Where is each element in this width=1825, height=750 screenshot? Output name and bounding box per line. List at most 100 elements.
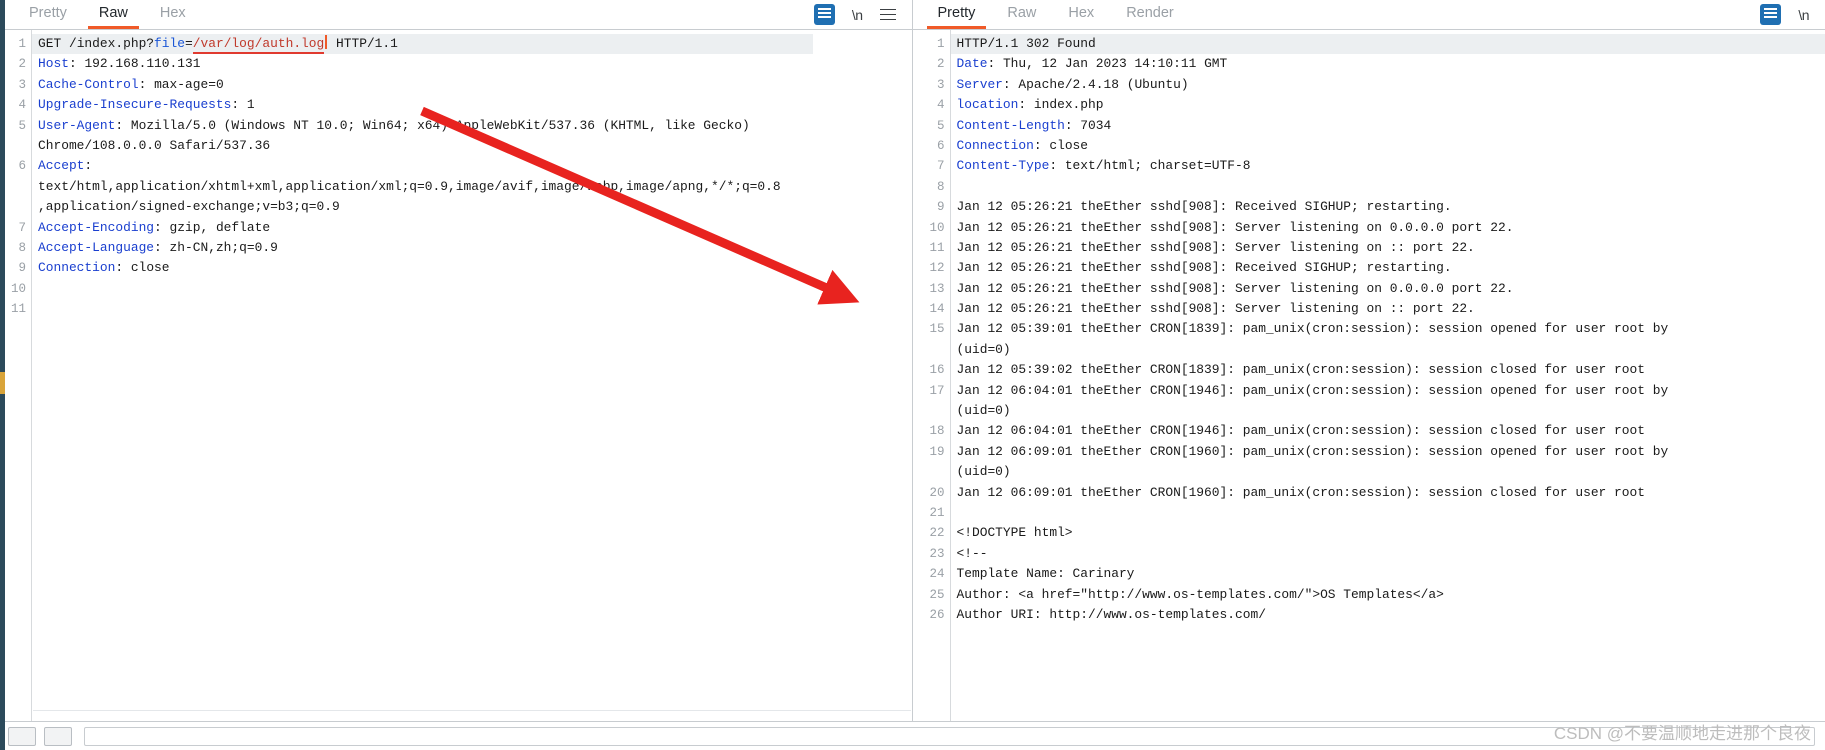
response-tabbar: Pretty Raw Hex Render \n bbox=[912, 0, 1825, 30]
line-wrap-icon[interactable] bbox=[813, 4, 835, 25]
line-number bbox=[913, 340, 945, 360]
header-value: 192.168.110.131 bbox=[76, 56, 201, 72]
response-editor[interactable]: 1 2 3 4 5 6 7 8 9 10 11 12 13 14 15 16 1… bbox=[912, 30, 1825, 750]
header-row: Upgrade-Insecure-Requests: 1 bbox=[38, 97, 255, 113]
line-number: 14 bbox=[929, 302, 945, 317]
tab-response-render[interactable]: Render bbox=[1115, 5, 1185, 29]
tab-request-pretty[interactable]: Pretty bbox=[18, 5, 78, 29]
request-code-area[interactable]: GET /index.php?file=/var/log/auth.log HT… bbox=[32, 30, 912, 750]
request-line: GET /index.php?file=/var/log/auth.log HT… bbox=[32, 34, 813, 55]
line-number: 2 bbox=[936, 57, 945, 72]
footer-button-next[interactable] bbox=[44, 726, 72, 746]
header-name: Host bbox=[38, 56, 69, 72]
log-line: Jan 12 06:04:01 theEther CRON[1946]: pam… bbox=[956, 423, 1645, 439]
request-tool-icons: \n bbox=[813, 4, 912, 29]
header-name: Date bbox=[956, 56, 988, 72]
text-caret bbox=[325, 35, 328, 49]
header-row: Date: Thu, 12 Jan 2023 14:10:11 GMT bbox=[956, 56, 1228, 72]
line-number: 20 bbox=[929, 485, 945, 500]
header-name: Accept-Encoding bbox=[38, 219, 155, 235]
panel-edge-rail bbox=[0, 0, 5, 750]
line-number: 18 bbox=[929, 424, 945, 439]
header-row: Accept-Language: zh-CN,zh;q=0.9 bbox=[38, 239, 278, 255]
header-name: Accept bbox=[38, 158, 85, 174]
line-number: 1 bbox=[936, 37, 945, 51]
header-row: Connection: close bbox=[956, 137, 1089, 153]
header-value: gzip, deflate bbox=[161, 219, 271, 235]
request-param-value: /var/log/auth.log bbox=[192, 36, 325, 54]
line-number: 21 bbox=[929, 505, 945, 520]
log-line: Jan 12 05:26:21 theEther sshd[908]: Rece… bbox=[956, 199, 1452, 215]
tab-response-hex[interactable]: Hex bbox=[1057, 5, 1105, 29]
log-line: Jan 12 05:39:02 theEther CRON[1839]: pam… bbox=[956, 362, 1645, 378]
newline-icon[interactable]: \n bbox=[1798, 7, 1809, 23]
header-row: Host: 192.168.110.131 bbox=[38, 56, 201, 72]
line-wrap-icon[interactable] bbox=[1760, 4, 1782, 25]
response-code-area[interactable]: HTTP/1.1 302 Found Date: Thu, 12 Jan 202… bbox=[950, 30, 1825, 750]
blank-row bbox=[957, 177, 1825, 197]
header-name: Upgrade-Insecure-Requests bbox=[38, 97, 232, 113]
header-value: 7034 bbox=[1072, 117, 1112, 133]
line-number: 24 bbox=[929, 567, 945, 582]
log-line: Jan 12 05:26:21 theEther sshd[908]: Serv… bbox=[956, 301, 1475, 317]
log-line: Jan 12 05:26:21 theEther sshd[908]: Serv… bbox=[956, 219, 1514, 235]
line-number: 4 bbox=[936, 98, 945, 113]
header-value: index.php bbox=[1026, 97, 1104, 113]
line-number: 23 bbox=[929, 546, 945, 561]
line-number: 15 bbox=[929, 322, 945, 337]
line-number: 16 bbox=[929, 363, 945, 378]
line-number: 7 bbox=[936, 159, 945, 174]
header-value: close bbox=[1041, 137, 1089, 153]
request-tabbar: Pretty Raw Hex \n bbox=[0, 0, 912, 30]
log-line-continuation: (uid=0) bbox=[956, 464, 1011, 480]
header-continuation: Chrome/108.0.0.0 Safari/537.36 bbox=[38, 137, 271, 153]
tab-response-pretty[interactable]: Pretty bbox=[926, 5, 987, 29]
tab-request-raw[interactable]: Raw bbox=[87, 5, 139, 29]
log-line: Jan 12 06:04:01 theEther CRON[1946]: pam… bbox=[956, 382, 1669, 398]
line-number: 17 bbox=[929, 383, 945, 398]
header-row: Accept: bbox=[38, 158, 93, 174]
line-number: 9 bbox=[936, 200, 945, 215]
header-value: Thu, 12 Jan 2023 14:10:11 GMT bbox=[995, 56, 1228, 72]
header-name: Content-Length bbox=[956, 117, 1065, 133]
header-row: Server: Apache/2.4.18 (Ubuntu) bbox=[956, 76, 1189, 92]
header-value: zh-CN,zh;q=0.9 bbox=[161, 239, 278, 255]
tab-request-hex[interactable]: Hex bbox=[149, 5, 197, 29]
log-line: Jan 12 05:26:21 theEther sshd[908]: Rece… bbox=[956, 260, 1452, 276]
request-horizontal-scrollbar[interactable] bbox=[33, 710, 911, 720]
request-path: /index.php? bbox=[68, 36, 155, 51]
status-line: HTTP/1.1 302 Found bbox=[950, 34, 1825, 55]
blank-row bbox=[957, 503, 1825, 523]
header-value: Apache/2.4.18 (Ubuntu) bbox=[1010, 76, 1189, 92]
header-row: Connection: close bbox=[38, 260, 170, 276]
response-line-number-gutter: 1 2 3 4 5 6 7 8 9 10 11 12 13 14 15 16 1… bbox=[912, 30, 951, 750]
footer-button-prev[interactable] bbox=[8, 726, 36, 746]
line-number: 5 bbox=[936, 118, 945, 133]
response-tool-icons: \n bbox=[1760, 4, 1825, 29]
request-editor[interactable]: 1 2 3 4 5 6 7 8 9 10 11 GET /index.php?f… bbox=[0, 30, 912, 750]
watermark: CSDN @不要温顺地走进那个良夜 bbox=[1553, 724, 1811, 743]
request-param-equals: = bbox=[185, 36, 193, 51]
log-line: Jan 12 06:09:01 theEther CRON[1960]: pam… bbox=[956, 443, 1669, 459]
header-continuation: ,application/signed-exchange;v=b3;q=0.9 bbox=[38, 199, 340, 215]
header-row: Content-Length: 7034 bbox=[956, 117, 1112, 133]
header-name: Connection bbox=[956, 137, 1034, 153]
markup-line: <!DOCTYPE html> bbox=[956, 525, 1073, 541]
header-name: Connection bbox=[38, 260, 116, 276]
request-method: GET bbox=[38, 36, 69, 51]
tab-response-raw[interactable]: Raw bbox=[996, 5, 1047, 29]
line-number: 3 bbox=[936, 77, 945, 92]
header-value: Mozilla/5.0 (Windows NT 10.0; Win64; x64… bbox=[123, 117, 750, 133]
header-value: max-age=0 bbox=[146, 76, 224, 92]
log-line: Jan 12 05:39:01 theEther CRON[1839]: pam… bbox=[956, 321, 1669, 337]
line-number: 22 bbox=[929, 526, 945, 541]
header-row: location: index.php bbox=[956, 97, 1104, 113]
markup-line: Template Name: Carinary bbox=[956, 566, 1135, 582]
newline-icon[interactable]: \n bbox=[852, 7, 863, 23]
header-value: 1 bbox=[239, 97, 255, 113]
line-number: 11 bbox=[929, 240, 945, 255]
menu-icon[interactable] bbox=[879, 8, 896, 21]
line-number: 8 bbox=[936, 179, 945, 194]
request-panel: Pretty Raw Hex \n 1 2 3 4 5 6 7 8 9 10 1… bbox=[0, 0, 912, 750]
markup-line: <!-- bbox=[956, 545, 988, 561]
